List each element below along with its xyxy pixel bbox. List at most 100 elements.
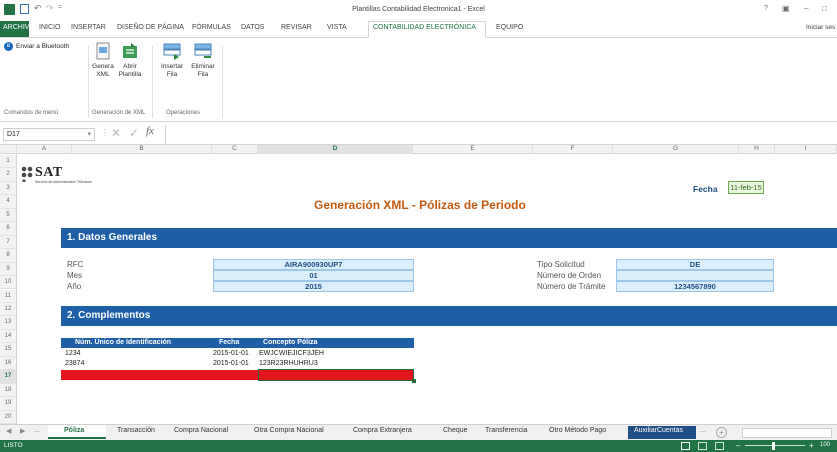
column-header[interactable]: B (72, 145, 212, 154)
genera-xml-label-1: Genera (92, 63, 114, 70)
column-header[interactable]: G (613, 145, 739, 154)
tipo-solicitud-label: Tipo Solicitud (537, 260, 585, 269)
row-header[interactable]: 10 (0, 276, 16, 290)
name-box[interactable]: D17 ▾ (3, 128, 95, 141)
sheet-tab-compra-nacional[interactable]: Compra Nacional (174, 427, 228, 434)
new-sheet-icon[interactable]: + (716, 427, 727, 438)
maximize-button[interactable]: □ (822, 4, 827, 13)
table-cell[interactable]: 2015-01-01 (213, 350, 249, 357)
insert-function-icon[interactable]: fx (146, 125, 154, 137)
tab-diseno[interactable]: DISEÑO DE PÁGINA (117, 24, 184, 31)
tipo-solicitud-field[interactable]: DE (616, 259, 774, 270)
row-header[interactable]: 16 (0, 356, 16, 371)
row-header[interactable]: 20 (0, 410, 16, 424)
table-cell[interactable]: 2015-01-01 (213, 360, 249, 367)
next-sheet-icon[interactable]: ▶ (20, 427, 25, 435)
sheet-tab-poliza[interactable]: Póliza (64, 427, 84, 434)
page-break-view-icon[interactable] (715, 442, 724, 450)
row-header[interactable]: 5 (0, 208, 16, 223)
zoom-out-button[interactable]: – (736, 441, 740, 450)
section-complementos: 2. Complementos (61, 306, 837, 326)
more-sheets-right-icon[interactable]: ... (700, 427, 706, 434)
eliminar-fila-button[interactable]: Eliminar Fila (189, 42, 217, 79)
tab-inicio[interactable]: INICIO (39, 24, 60, 31)
active-cell-d17[interactable] (258, 369, 414, 381)
column-header[interactable]: I (775, 145, 837, 154)
sheet-tab-otra-compra-nacional[interactable]: Otra Compra Nacional (254, 427, 324, 434)
rfc-field[interactable]: AIRA900930UP7 (213, 259, 414, 270)
fecha-value[interactable]: 11-feb-15 (728, 181, 764, 194)
more-sheets-left-icon[interactable]: ... (34, 427, 40, 434)
row-header[interactable]: 12 (0, 302, 16, 317)
row-header[interactable]: 4 (0, 195, 16, 209)
table-cell[interactable]: EWJCWIEJICF3JEH (259, 350, 324, 357)
column-header[interactable]: H (739, 145, 775, 154)
anio-field[interactable]: 2015 (213, 281, 414, 292)
numero-tramite-field[interactable]: 1234567890 (616, 281, 774, 292)
bluetooth-icon: ʙ (4, 42, 13, 51)
row-header[interactable]: 3 (0, 181, 16, 196)
page-layout-view-icon[interactable] (698, 442, 707, 450)
normal-view-icon[interactable] (681, 442, 690, 450)
column-header[interactable]: A (17, 145, 72, 154)
column-header[interactable]: F (533, 145, 613, 154)
tab-archivo[interactable]: ARCHIVO (3, 24, 35, 31)
table-cell[interactable]: 23874 (65, 360, 84, 367)
zoom-in-button[interactable]: + (809, 441, 814, 450)
select-all-corner[interactable] (0, 145, 17, 154)
mes-field[interactable]: 01 (213, 270, 414, 281)
row-header[interactable]: 8 (0, 249, 16, 263)
zoom-slider-track[interactable] (745, 445, 805, 446)
name-box-dropdown-icon[interactable]: ▾ (87, 130, 91, 138)
cancel-icon[interactable]: ✕ (111, 126, 121, 140)
table-cell[interactable]: 123R23RHUHRU3 (259, 360, 318, 367)
insert-row-icon (163, 42, 181, 60)
sheet-tab-transaccion[interactable]: Transacción (117, 427, 155, 434)
sheet-tab-otro-metodo-pago[interactable]: Otro Método Pago (549, 427, 606, 434)
zoom-slider-thumb[interactable] (772, 442, 775, 450)
worksheet[interactable]: SAT Servicio de Administración Tributari… (16, 154, 837, 424)
horizontal-scrollbar[interactable] (742, 428, 832, 438)
column-header-selected[interactable]: D (258, 145, 413, 154)
prev-sheet-icon[interactable]: ◀ (6, 427, 11, 435)
sheet-tab-auxiliar-cuentas[interactable]: AuxiliarCuentas (634, 427, 683, 434)
tab-insertar[interactable]: INSERTAR (71, 24, 106, 31)
tab-equipo[interactable]: EQUIPO (496, 24, 523, 31)
row-header[interactable]: 18 (0, 383, 16, 398)
insertar-fila-button[interactable]: Insertar Fila (159, 42, 185, 79)
row-header[interactable]: 9 (0, 262, 16, 277)
section-datos-generales: 1. Datos Generales (61, 228, 837, 248)
enter-icon[interactable]: ✓ (129, 126, 139, 140)
signin-link[interactable]: Iniciar ses (806, 24, 835, 31)
row-header[interactable]: 19 (0, 397, 16, 411)
help-button[interactable]: ? (764, 5, 768, 12)
numero-orden-field[interactable] (616, 270, 774, 281)
table-cell[interactable]: 1234 (65, 350, 81, 357)
sheet-tab-compra-extranjera[interactable]: Compra Extranjera (353, 427, 412, 434)
sheet-tab-transferencia[interactable]: Transferencia (485, 427, 528, 434)
row-header[interactable]: 14 (0, 329, 16, 344)
row-header[interactable]: 2 (0, 168, 16, 182)
abrir-plantilla-button[interactable]: Abrir Plantilla (116, 42, 144, 79)
tab-formulas[interactable]: FÓRMULAS (192, 24, 231, 31)
row-header[interactable]: 7 (0, 235, 16, 250)
row-header[interactable]: 13 (0, 316, 16, 330)
row-header[interactable]: 15 (0, 343, 16, 357)
minimize-button[interactable]: – (804, 4, 808, 13)
ribbon-display-button[interactable]: ▣ (782, 4, 790, 13)
tab-revisar[interactable]: REVISAR (281, 24, 312, 31)
bluetooth-button[interactable]: ʙ Enviar a Bluetooth (4, 42, 69, 51)
row-header[interactable]: 1 (0, 155, 16, 169)
genera-xml-button[interactable]: Genera XML (92, 42, 114, 79)
row-header-selected[interactable]: 17 (0, 370, 16, 384)
row-header[interactable]: 11 (0, 289, 16, 303)
column-header[interactable]: C (212, 145, 258, 154)
formula-input[interactable] (165, 125, 837, 145)
row-header[interactable]: 6 (0, 222, 16, 236)
fill-handle[interactable] (412, 379, 416, 383)
column-header[interactable]: E (413, 145, 533, 154)
tab-contabilidad-electronica[interactable]: CONTABILIDAD ELECTRÓNICA (373, 24, 476, 31)
sheet-tab-cheque[interactable]: Cheque (443, 427, 468, 434)
tab-vista[interactable]: VISTA (327, 24, 347, 31)
tab-datos[interactable]: DATOS (241, 24, 264, 31)
